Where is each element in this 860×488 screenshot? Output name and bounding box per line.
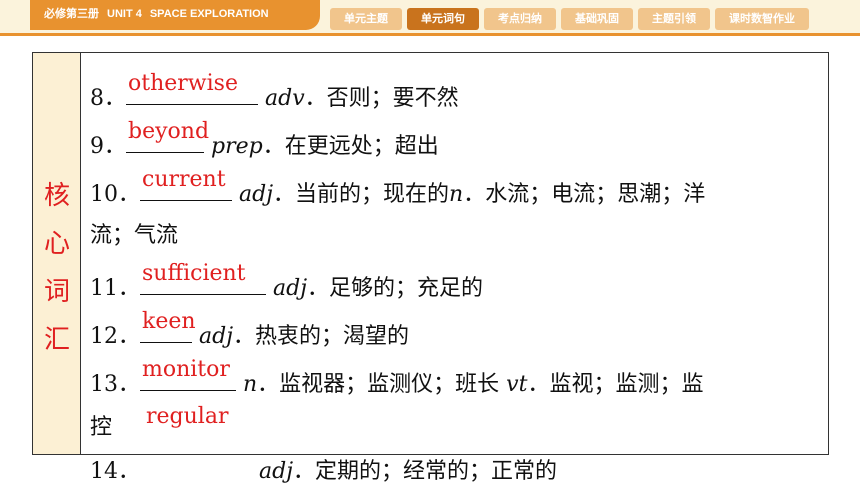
tab-unit-vocabulary[interactable]: 单元词句	[407, 8, 479, 30]
answer-blank: beyond	[126, 119, 209, 153]
sidebar-char: 心	[43, 229, 70, 259]
definition: ．监视器；监测仪；班长	[257, 372, 507, 397]
part-of-speech: adj	[259, 459, 294, 484]
vocab-entry-10-continued: 流；气流	[90, 223, 179, 248]
definition: ．当前的；现在的	[273, 182, 450, 207]
answer-text: monitor	[142, 357, 230, 382]
part-of-speech: vt	[506, 372, 528, 397]
tab-key-points[interactable]: 考点归纳	[484, 8, 556, 30]
entry-number: 13．	[90, 372, 140, 397]
definition: ．水流；电流；思潮；洋	[463, 182, 706, 207]
answer-text: beyond	[128, 119, 210, 144]
answer-blank: current	[140, 167, 232, 201]
part-of-speech: adj	[273, 276, 308, 301]
answer-text: current	[142, 167, 226, 192]
vocab-entry-10: 10． current adj．当前的；现在的n．水流；电流；思潮；洋	[90, 167, 706, 207]
entry-number: 12．	[90, 324, 140, 349]
tab-basic-practice[interactable]: 基础巩固	[561, 8, 633, 30]
definition: ．定期的；经常的；正常的	[293, 459, 558, 484]
sidebar-char: 核	[43, 181, 70, 211]
tab-theme-guide[interactable]: 主题引领	[638, 8, 710, 30]
part-of-speech: adj	[239, 182, 274, 207]
book-unit-label: 必修第三册 UNIT 4 SPACE EXPLORATION	[30, 0, 320, 30]
answer-text: sufficient	[142, 261, 246, 286]
definition: ．监视；监测；监	[527, 372, 704, 397]
entry-number: 11．	[90, 276, 140, 301]
vocab-entry-13-continued: 控	[90, 415, 113, 440]
top-bar-divider	[0, 33, 860, 36]
entry-number: 8．	[90, 86, 126, 111]
answer-blank: keen	[140, 309, 196, 343]
vocab-entry-13: 13． monitor n．监视器；监测仪；班长 vt．监视；监测；监	[90, 357, 704, 397]
section-tabs: 单元主题 单元词句 考点归纳 基础巩固 主题引领 课时数智作业	[330, 8, 809, 30]
answer-text: otherwise	[128, 71, 238, 96]
book-name: 必修第三册	[44, 8, 99, 20]
definition: ．热衷的；渴望的	[233, 324, 410, 349]
definition: ．足够的；充足的	[307, 276, 484, 301]
vocab-entry-9: 9． beyond prep．在更远处；超出	[90, 119, 439, 159]
sidebar-char: 词	[43, 277, 70, 307]
vocab-entry-8: 8． otherwise adv．否则；要不然	[90, 71, 459, 111]
definition: ．在更远处；超出	[262, 134, 439, 159]
tab-homework[interactable]: 课时数智作业	[715, 8, 809, 30]
vocab-entry-14: 14． adj．定期的；经常的；正常的	[90, 456, 557, 488]
answer-blank: sufficient	[140, 261, 266, 295]
vocab-entry-12: 12． keen adj．热衷的；渴望的	[90, 309, 410, 349]
entry-number: 14．	[90, 459, 140, 484]
answer-blank: otherwise	[126, 71, 258, 105]
unit-title: SPACE EXPLORATION	[149, 8, 269, 20]
part-of-speech: adj	[199, 324, 234, 349]
section-sidebar: 核 心 词 汇	[33, 53, 81, 454]
answer-text: regular	[146, 404, 229, 429]
part-of-speech: prep	[211, 134, 263, 159]
answer-blank: monitor	[140, 357, 236, 391]
entry-number: 10．	[90, 182, 140, 207]
sidebar-char: 汇	[43, 325, 70, 355]
answer-text: keen	[142, 309, 196, 334]
unit-number: UNIT 4	[107, 8, 142, 20]
part-of-speech: n	[449, 182, 464, 207]
part-of-speech: n	[243, 372, 258, 397]
part-of-speech: adv	[265, 86, 305, 111]
entry-number: 9．	[90, 134, 126, 159]
vocab-entry-11: 11． sufficient adj．足够的；充足的	[90, 261, 484, 301]
tab-unit-theme[interactable]: 单元主题	[330, 8, 402, 30]
definition: ．否则；要不然	[304, 86, 459, 111]
